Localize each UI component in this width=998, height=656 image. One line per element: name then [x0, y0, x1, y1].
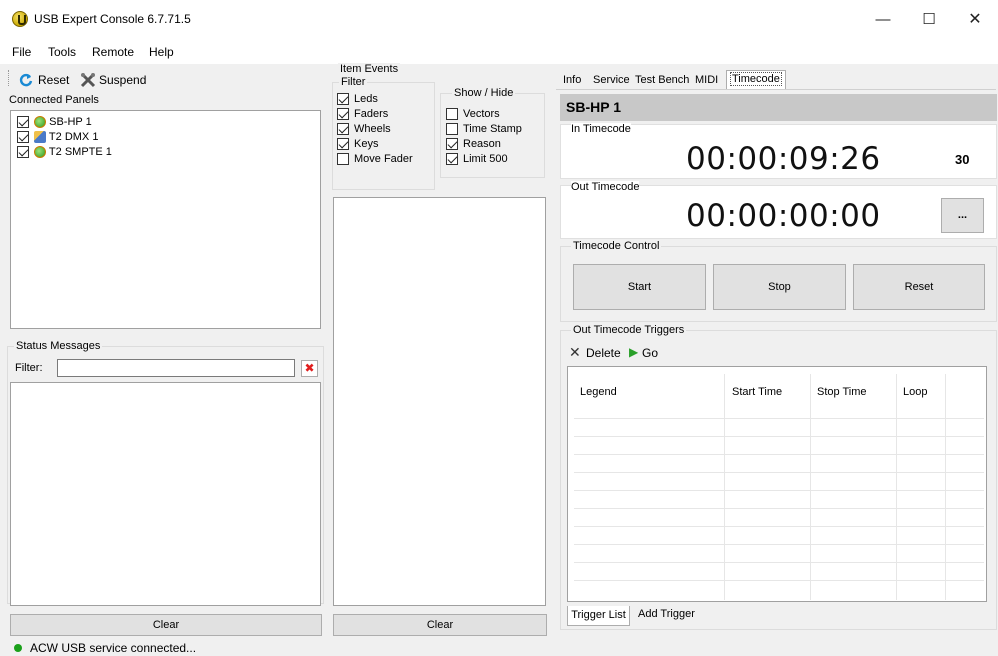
grid-line [574, 580, 984, 581]
app-logo-icon [12, 11, 28, 27]
out-timecode-value: 00:00:00:00 [686, 198, 881, 234]
grid-line [896, 374, 897, 600]
close-button[interactable]: ✕ [952, 0, 998, 40]
panel-title: SB-HP 1 [560, 94, 997, 121]
timecode-control-label: Timecode Control [571, 240, 662, 252]
menu-file[interactable]: File [12, 45, 31, 59]
tab-add-trigger[interactable]: Add Trigger [638, 608, 695, 620]
reset-icon [19, 73, 33, 87]
time-stamp-checkbox[interactable]: Time Stamp [446, 122, 522, 136]
suspend-icon [80, 72, 96, 88]
status-filter-input[interactable] [57, 359, 295, 377]
grid-line [574, 454, 984, 455]
clear-x-icon: ✖ [304, 361, 315, 375]
filter-keys-checkbox[interactable]: Keys [337, 137, 378, 151]
panel-label: T2 SMPTE 1 [48, 146, 112, 158]
status-messages-list[interactable] [10, 382, 321, 606]
grid-line [574, 418, 984, 419]
panel-label: SB-HP 1 [49, 116, 92, 128]
delete-icon: ✕ [569, 344, 581, 360]
panel-checkbox[interactable] [17, 146, 29, 159]
start-button[interactable]: Start [573, 264, 706, 310]
list-item[interactable]: SB-HP 1 [17, 115, 92, 129]
status-messages-label: Status Messages [14, 340, 103, 352]
tab-midi[interactable]: MIDI [692, 72, 721, 89]
grid-line [574, 544, 984, 545]
reset-timecode-button[interactable]: Reset [853, 264, 985, 310]
filter-leds-checkbox[interactable]: Leds [337, 92, 378, 106]
triggers-table[interactable] [567, 366, 987, 602]
dmx-icon [34, 131, 47, 144]
go-icon: ▶ [629, 345, 639, 359]
menu-tools[interactable]: Tools [48, 45, 76, 59]
list-item[interactable]: T2 DMX 1 [17, 130, 98, 144]
filter-wheels-checkbox[interactable]: Wheels [337, 122, 391, 136]
status-clear-button[interactable]: Clear [10, 614, 322, 636]
menu-help[interactable]: Help [149, 45, 174, 59]
grid-line [574, 508, 984, 509]
filter-label: Filter: [15, 362, 43, 374]
grid-line [945, 374, 946, 600]
grid-line [574, 526, 984, 527]
filter-move-fader-checkbox[interactable]: Move Fader [337, 152, 413, 166]
panel-status-icon [34, 146, 47, 159]
connected-panels-label: Connected Panels [7, 94, 101, 106]
column-header-start-time[interactable]: Start Time [732, 386, 782, 398]
suspend-button[interactable]: Suspend [99, 73, 146, 87]
in-timecode-value: 00:00:09:26 [686, 141, 881, 177]
status-dot-icon [14, 644, 22, 652]
triggers-label: Out Timecode Triggers [571, 324, 687, 336]
grid-line [810, 374, 811, 600]
grid-line [574, 562, 984, 563]
item-events-list[interactable] [333, 197, 546, 606]
item-events-label: Item Events [338, 63, 401, 75]
column-header-legend[interactable]: Legend [580, 386, 617, 398]
menu-remote[interactable]: Remote [92, 45, 134, 59]
clear-filter-button[interactable]: ✖ [301, 360, 318, 377]
grid-line [724, 374, 725, 600]
column-header-stop-time[interactable]: Stop Time [817, 386, 867, 398]
filter-group-label: Filter [339, 76, 368, 88]
column-header-loop[interactable]: Loop [903, 386, 927, 398]
item-events-clear-button[interactable]: Clear [333, 614, 547, 636]
in-timecode-label: In Timecode [571, 123, 631, 135]
panel-label: T2 DMX 1 [48, 131, 99, 143]
tab-strip-line [556, 89, 996, 90]
tab-timecode[interactable]: Timecode [726, 70, 786, 89]
panel-checkbox[interactable] [17, 116, 29, 129]
delete-button[interactable]: Delete [586, 346, 621, 360]
grid-line [574, 490, 984, 491]
panel-status-icon [34, 116, 47, 129]
maximize-button[interactable]: ☐ [906, 0, 952, 40]
window-title: USB Expert Console 6.7.71.5 [34, 12, 191, 26]
stop-button[interactable]: Stop [713, 264, 846, 310]
tab-info[interactable]: Info [560, 72, 584, 89]
vectors-checkbox[interactable]: Vectors [446, 107, 500, 121]
minimize-button[interactable]: — [860, 0, 906, 40]
list-item[interactable]: T2 SMPTE 1 [17, 145, 112, 159]
tab-trigger-list[interactable]: Trigger List [567, 606, 630, 626]
limit-500-checkbox[interactable]: Limit 500 [446, 152, 508, 166]
filter-faders-checkbox[interactable]: Faders [337, 107, 388, 121]
toolbar-grip [8, 70, 9, 86]
go-button[interactable]: Go [642, 346, 658, 360]
reset-button[interactable]: Reset [38, 73, 69, 87]
grid-line [574, 472, 984, 473]
status-bar-text: ACW USB service connected... [30, 641, 197, 655]
tab-service[interactable]: Service [590, 72, 633, 89]
reason-checkbox[interactable]: Reason [446, 137, 501, 151]
out-timecode-label: Out Timecode [571, 181, 640, 193]
panel-checkbox[interactable] [17, 131, 29, 144]
show-hide-label: Show / Hide [452, 87, 516, 99]
tab-test-bench[interactable]: Test Bench [632, 72, 692, 89]
grid-line [574, 436, 984, 437]
fps-value: 30 [955, 152, 970, 167]
set-out-timecode-button[interactable]: ... [941, 198, 984, 233]
